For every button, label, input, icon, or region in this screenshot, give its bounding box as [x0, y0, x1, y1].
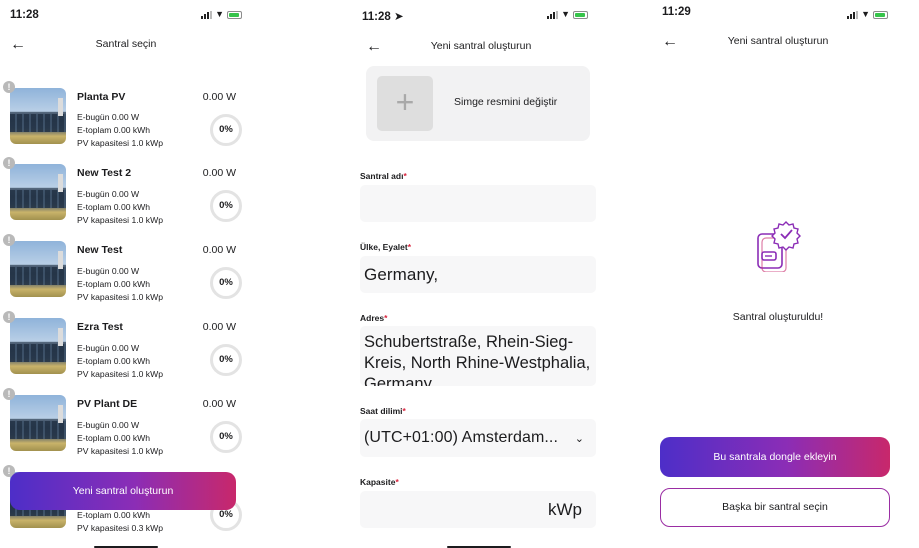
plant-list-item[interactable]: ! Planta PV 0.00 W E-bugün 0.00 W E-topl… — [0, 80, 252, 156]
plant-name-label: Santral adı* — [360, 171, 407, 181]
warning-icon: ! — [3, 234, 15, 246]
plant-list-item[interactable]: ! New Test 2 0.00 W E-bugün 0.00 W E-top… — [0, 156, 252, 232]
plant-capacity: PV kapasitesi 1.0 kWp — [77, 369, 163, 379]
plant-capacity: PV kapasitesi 0.3 kWp — [77, 523, 163, 533]
status-time: 11:29 — [662, 6, 691, 18]
plant-photo — [10, 241, 66, 297]
plant-name: New Test 2 — [77, 167, 132, 179]
capacity-label: Kapasite* — [360, 477, 399, 487]
nav-bar: ← Yeni santral oluşturun — [352, 37, 606, 57]
create-plant-button[interactable]: Yeni santral oluşturun — [10, 472, 236, 510]
plant-list-item[interactable]: ! PV Plant DE 0.00 W E-bugün 0.00 W E-to… — [0, 387, 252, 463]
plant-capacity: PV kapasitesi 1.0 kWp — [77, 138, 163, 148]
status-icons: ▼ — [847, 10, 888, 19]
status-bar: 11:28 ➤ ▼ — [362, 9, 596, 23]
plant-power: 0.00 W — [202, 167, 236, 179]
wifi-icon: ▼ — [215, 9, 224, 19]
capacity-unit: kWp — [548, 500, 582, 519]
status-time: 11:28 — [10, 9, 39, 21]
plus-icon[interactable]: + — [377, 76, 433, 131]
plant-photo — [10, 88, 66, 144]
plant-photo — [10, 164, 66, 220]
signal-icon — [201, 10, 213, 19]
plant-created-icon — [757, 221, 801, 272]
battery-icon — [227, 10, 242, 19]
plant-e-today: E-bugün 0.00 W — [77, 420, 140, 430]
plant-e-total: E-toplam 0.00 kWh — [77, 510, 151, 520]
status-bar: 11:28 ▼ — [10, 9, 242, 23]
plant-name: PV Plant DE — [77, 398, 138, 410]
country-input[interactable]: Germany, — [360, 256, 596, 293]
capacity-input[interactable]: kWp — [360, 491, 596, 528]
progress-gauge: 0% — [210, 114, 242, 146]
plant-e-total: E-toplam 0.00 kWh — [77, 433, 151, 443]
plant-list-item[interactable]: ! Ezra Test 0.00 W E-bugün 0.00 W E-topl… — [0, 310, 252, 386]
plant-capacity: PV kapasitesi 1.0 kWp — [77, 446, 163, 456]
progress-gauge: 0% — [210, 190, 242, 222]
timezone-label: Saat dilimi* — [360, 406, 406, 416]
signal-icon — [547, 10, 559, 19]
plant-e-today: E-bugün 0.00 W — [77, 112, 140, 122]
change-icon-label: Simge resmini değiştir — [454, 96, 558, 108]
progress-gauge: 0% — [210, 267, 242, 299]
address-label: Adres* — [360, 313, 388, 323]
signal-icon — [847, 10, 859, 19]
address-input[interactable]: Schubertstraße, Rhein-Sieg-Kreis, North … — [360, 326, 596, 386]
location-arrow-icon: ➤ — [393, 11, 404, 23]
plant-power: 0.00 W — [202, 91, 236, 103]
nav-bar: ← Yeni santral oluşturun — [652, 32, 904, 52]
plant-capacity: PV kapasitesi 1.0 kWp — [77, 215, 163, 225]
plant-photo — [10, 318, 66, 374]
wifi-icon: ▼ — [861, 9, 870, 19]
status-time: 11:28 ➤ — [362, 11, 404, 23]
warning-icon: ! — [3, 311, 15, 323]
battery-icon — [873, 10, 888, 19]
plant-name: Ezra Test — [77, 321, 123, 333]
progress-gauge: 0% — [210, 344, 242, 376]
create-plant-form-screen: 11:28 ➤ ▼ ← Yeni santral oluşturun + Sim… — [352, 0, 606, 548]
country-value: Germany, — [364, 265, 439, 284]
plant-icon-picker[interactable]: + Simge resmini değiştir — [366, 66, 590, 141]
status-icons: ▼ — [547, 10, 588, 19]
plant-power: 0.00 W — [202, 244, 236, 256]
status-bar: 11:29 ▼ — [662, 6, 894, 23]
plant-name-input[interactable] — [360, 185, 596, 222]
page-title: Yeni santral oluşturun — [430, 40, 532, 52]
plant-e-total: E-toplam 0.00 kWh — [77, 356, 151, 366]
plant-e-today: E-bugün 0.00 W — [77, 343, 140, 353]
battery-icon — [573, 10, 588, 19]
plant-e-today: E-bugün 0.00 W — [77, 266, 140, 276]
status-icons: ▼ — [201, 10, 242, 19]
plant-name: Planta PV — [77, 91, 126, 103]
plant-created-screen: 11:29 ▼ ← Yeni santral oluşturun Santral… — [652, 0, 904, 548]
wifi-icon: ▼ — [561, 9, 570, 19]
warning-icon: ! — [3, 388, 15, 400]
plant-photo — [10, 395, 66, 451]
page-title: Santral seçin — [95, 38, 157, 50]
timezone-select[interactable]: (UTC+01:00) Amsterdam... ⌄ — [360, 419, 596, 457]
success-message: Santral oluşturuldu! — [732, 311, 824, 323]
warning-icon: ! — [3, 81, 15, 93]
plant-select-screen: 11:28 ▼ ← Santral seçin ! Planta PV 0.00… — [0, 0, 252, 548]
timezone-value: (UTC+01:00) Amsterdam... — [364, 429, 559, 446]
plant-e-total: E-toplam 0.00 kWh — [77, 279, 151, 289]
progress-gauge: 0% — [210, 421, 242, 453]
country-label: Ülke, Eyalet* — [360, 242, 412, 252]
plant-name: New Test — [77, 244, 123, 256]
page-title: Yeni santral oluşturun — [727, 35, 829, 47]
plant-power: 0.00 W — [202, 398, 236, 410]
plant-list-item[interactable]: ! New Test 0.00 W E-bugün 0.00 W E-topla… — [0, 233, 252, 309]
nav-bar: ← Santral seçin — [0, 35, 252, 55]
address-value: Schubertstraße, Rhein-Sieg-Kreis, North … — [364, 333, 591, 386]
plant-e-total: E-toplam 0.00 kWh — [77, 125, 151, 135]
plant-e-total: E-toplam 0.00 kWh — [77, 202, 151, 212]
select-other-plant-button[interactable]: Başka bir santral seçin — [660, 488, 890, 527]
chevron-down-icon: ⌄ — [574, 433, 584, 445]
plant-e-today: E-bugün 0.00 W — [77, 189, 140, 199]
warning-icon: ! — [3, 157, 15, 169]
add-dongle-button[interactable]: Bu santrala dongle ekleyin — [660, 437, 890, 477]
plant-capacity: PV kapasitesi 1.0 kWp — [77, 292, 163, 302]
plant-power: 0.00 W — [202, 321, 236, 333]
